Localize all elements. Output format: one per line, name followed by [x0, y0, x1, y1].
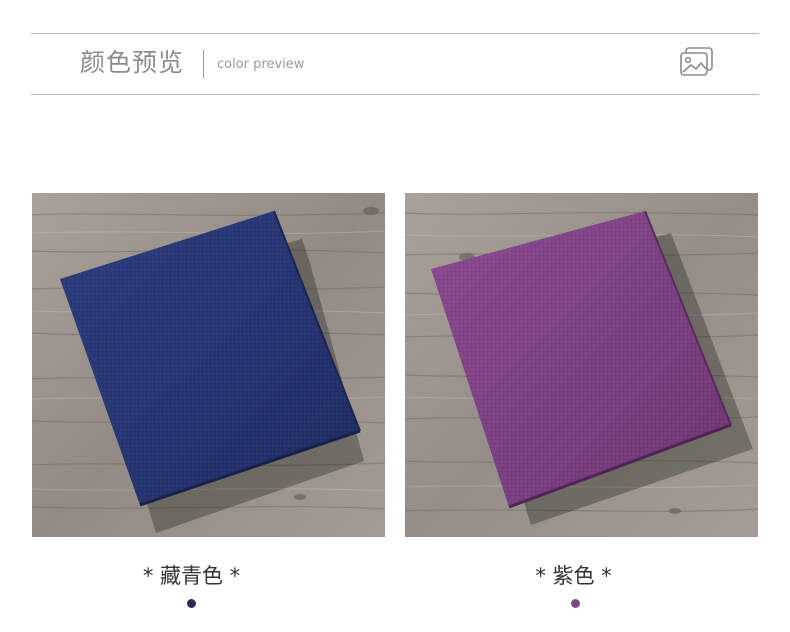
picture-icon	[679, 46, 715, 78]
header-bottom-divider	[31, 94, 759, 95]
navy-color-dot	[187, 599, 196, 608]
navy-color-label: * 藏青色 *	[142, 564, 241, 588]
purple-color-dot	[571, 599, 580, 608]
section-subtitle: color preview	[217, 57, 305, 72]
header-top-divider	[31, 33, 759, 34]
section-title: 颜色预览	[80, 48, 185, 77]
title-separator	[203, 50, 204, 78]
purple-album-photo	[405, 193, 758, 537]
purple-color-label: * 紫色 *	[535, 564, 612, 588]
navy-album-photo	[32, 193, 385, 537]
